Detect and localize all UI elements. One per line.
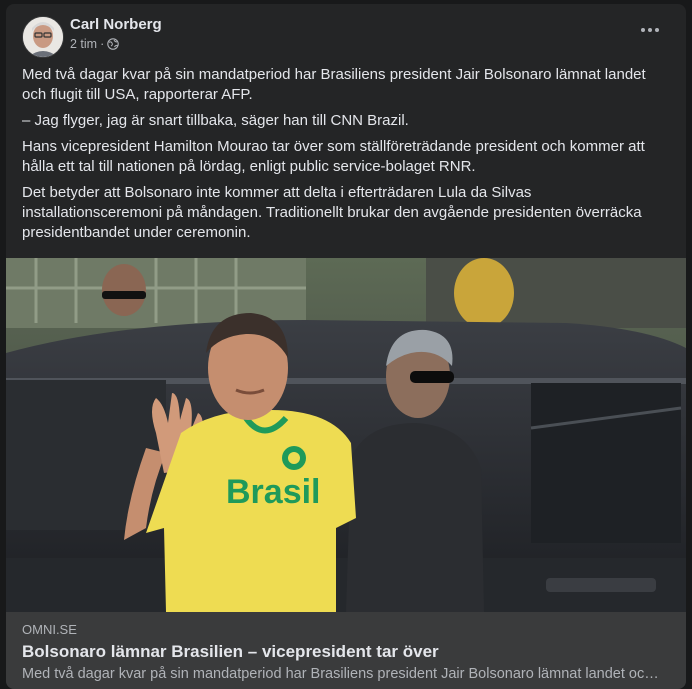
link-preview-image[interactable]: Brasil <box>6 258 686 612</box>
more-dot <box>655 28 659 32</box>
post-time[interactable]: 2 tim <box>70 37 97 51</box>
link-preview-card[interactable]: OMNI.SE Bolsonaro lämnar Brasilien – vic… <box>6 612 686 689</box>
meta-separator: · <box>100 37 105 51</box>
post-text: Med två dagar kvar på sin mandatperiod h… <box>22 65 654 249</box>
globe-icon <box>107 38 120 50</box>
more-options-button[interactable] <box>636 20 664 40</box>
author-name[interactable]: Carl Norberg <box>70 16 162 33</box>
post-paragraph: Med två dagar kvar på sin mandatperiod h… <box>22 66 646 103</box>
avatar-image <box>23 17 63 57</box>
news-photo: Brasil <box>6 258 686 612</box>
post-header: Carl Norberg 2 tim · <box>22 16 670 58</box>
link-title[interactable]: Bolsonaro lämnar Brasilien – vicepreside… <box>22 642 439 662</box>
post-paragraph: Hans vicepresident Hamilton Mourao tar ö… <box>22 138 645 175</box>
avatar[interactable] <box>22 16 64 58</box>
more-dot <box>648 28 652 32</box>
shirt-logo-text: Brasil <box>226 473 321 511</box>
post-paragraph: – Jag flyger, jag är snart tillbaka, säg… <box>22 112 409 129</box>
link-description: Med två dagar kvar på sin mandatperiod h… <box>22 666 662 682</box>
feed-post: Carl Norberg 2 tim · Med två dagar kvar … <box>6 4 686 689</box>
more-horizontal-icon <box>641 28 645 32</box>
post-meta: 2 tim · <box>70 37 120 51</box>
link-domain: OMNI.SE <box>22 622 77 637</box>
post-paragraph: Det betyder att Bolsonaro inte kommer at… <box>22 184 642 241</box>
